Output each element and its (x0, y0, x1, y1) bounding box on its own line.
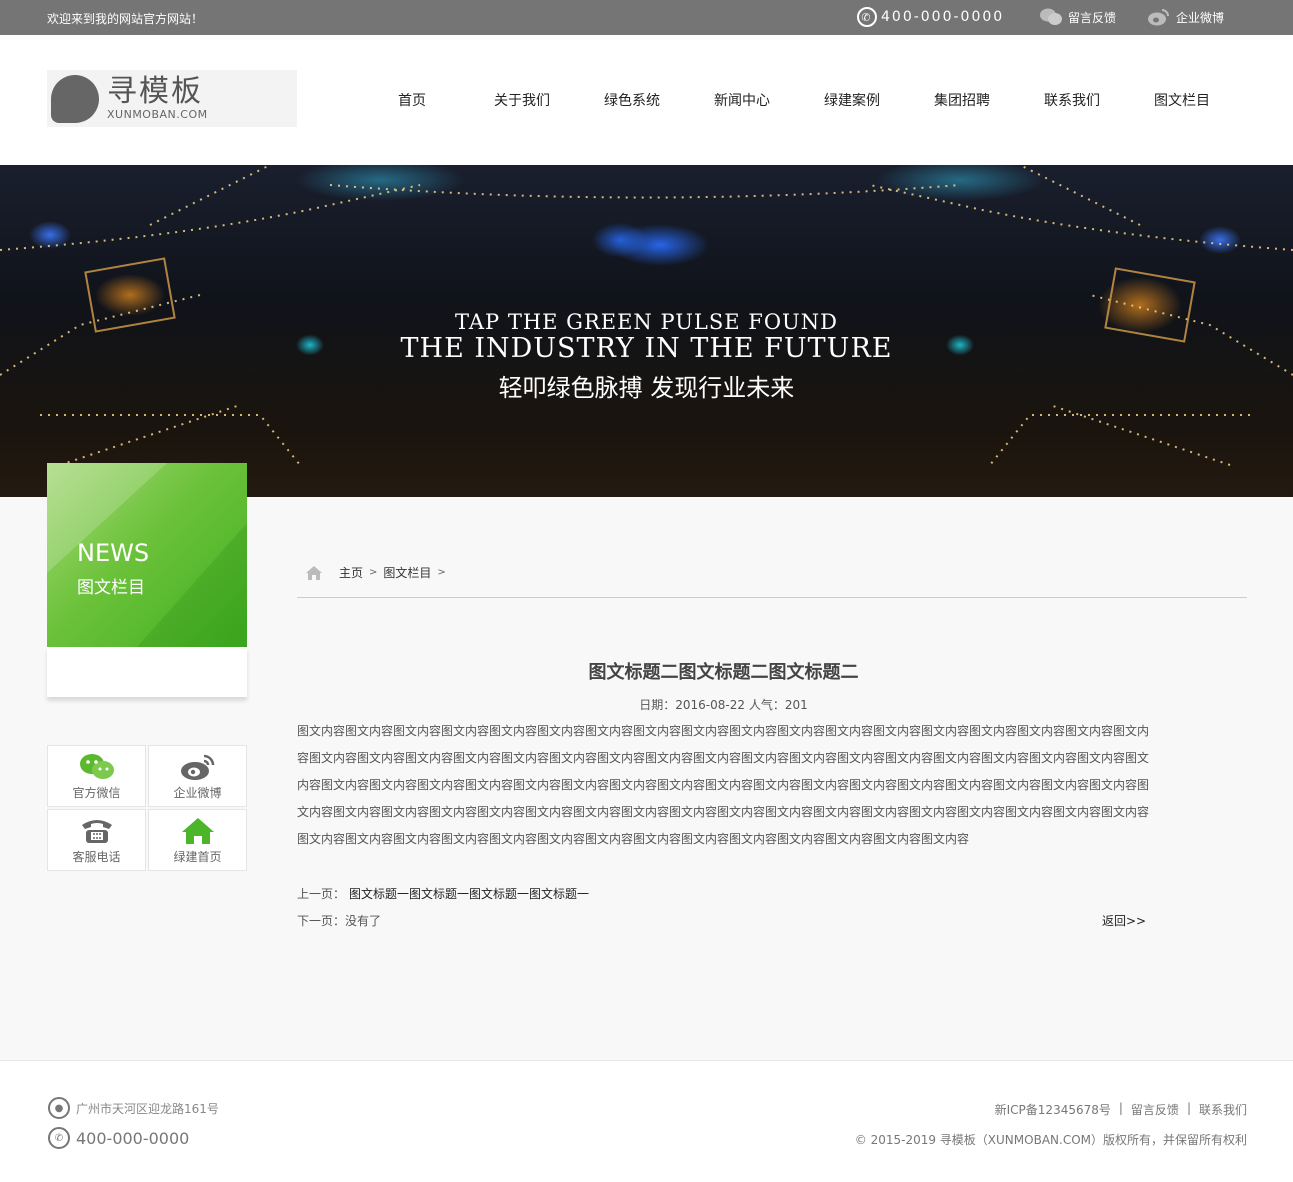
logo-text-cn: 寻模板 (107, 74, 203, 109)
footer-contact-link[interactable]: 联系我们 (1199, 1101, 1247, 1118)
home-icon (180, 816, 216, 846)
quick-link-home-label: 绿建首页 (173, 849, 222, 864)
breadcrumb-current[interactable]: 图文栏目 (383, 564, 431, 581)
footer: ● 广州市天河区迎龙路161号 ✆ 400-000-0000 新ICP备1234… (0, 1060, 1293, 1182)
quick-link-phone-label: 客服电话 (72, 849, 121, 864)
article-body: 图文内容图文内容图文内容图文内容图文内容图文内容图文内容图文内容图文内容图文内容… (297, 724, 1150, 846)
quick-link-wechat-label: 官方微信 (72, 785, 121, 800)
prev-article: 上一页： 图文标题一图文标题一图文标题一图文标题一 (297, 885, 589, 902)
footer-copyright: © 2015-2019 寻模板（XUNMOBAN.COM）版权所有，并保留所有权… (854, 1133, 1247, 1147)
phone-icon: ✆ (48, 1127, 70, 1149)
hero-banner: TAP THE GREEN PULSE FOUND THE INDUSTRY I… (0, 165, 1293, 497)
sidebar-heading-cn: 图文栏目 (77, 578, 145, 598)
footer-address-text: 广州市天河区迎龙路161号 (76, 1101, 219, 1116)
footer-phone: ✆ 400-000-0000 (48, 1127, 189, 1149)
logo-bubble-icon (51, 74, 99, 123)
quick-links: 官方微信 企业微博 客服电话 绿建首页 (47, 745, 247, 871)
site-logo[interactable]: 寻模板 XUNMOBAN.COM (47, 70, 297, 127)
footer-links: 新ICP备12345678号 | 留言反馈 | 联系我们 (995, 1101, 1247, 1118)
logo-text-en: XUNMOBAN.COM (107, 108, 208, 121)
banner-heading-cn: 轻叩绿色脉搏 发现行业未来 (498, 374, 795, 402)
weibo-icon (180, 752, 216, 782)
nav-item-home[interactable]: 首页 (357, 90, 467, 110)
breadcrumb: 主页 > 图文栏目 > (305, 564, 448, 581)
banner-heading-en-2: THE INDUSTRY IN THE FUTURE (400, 333, 893, 364)
nav-item-news[interactable]: 新闻中心 (687, 90, 797, 110)
sidebar-category-box: NEWS 图文栏目 (47, 463, 247, 647)
footer-icp-link[interactable]: 新ICP备12345678号 (995, 1101, 1111, 1118)
wechat-icon (79, 752, 115, 782)
top-weibo-label: 企业微博 (1176, 10, 1225, 25)
top-feedback-label: 留言反馈 (1068, 10, 1117, 25)
nav-item-jobs[interactable]: 集团招聘 (907, 90, 1017, 110)
top-phone: ✆ 400-000-0000 (857, 7, 1004, 27)
top-weibo-link[interactable]: 企业微博 (1148, 8, 1224, 26)
phone-icon: ✆ (857, 7, 877, 27)
quick-link-home[interactable]: 绿建首页 (148, 809, 247, 871)
quick-link-weibo[interactable]: 企业微博 (148, 745, 247, 807)
next-article: 下一页：没有了 (297, 914, 382, 928)
banner-heading-en-1: TAP THE GREEN PULSE FOUND (455, 310, 838, 334)
breadcrumb-home[interactable]: 主页 (339, 564, 363, 581)
header: 寻模板 XUNMOBAN.COM 首页 关于我们 绿色系统 新闻中心 绿建案例 … (0, 35, 1293, 165)
footer-separator: | (1118, 1101, 1123, 1115)
nav-item-about[interactable]: 关于我们 (467, 90, 577, 110)
sidebar-submenu-area (47, 647, 247, 697)
quick-link-wechat[interactable]: 官方微信 (47, 745, 146, 807)
prev-article-link[interactable]: 图文标题一图文标题一图文标题一图文标题一 (349, 887, 589, 901)
quick-link-weibo-label: 企业微博 (173, 785, 222, 800)
telephone-icon (79, 816, 115, 846)
prev-label: 上一页： (297, 887, 346, 901)
nav-item-gallery[interactable]: 图文栏目 (1127, 90, 1237, 110)
top-phone-number: 400-000-0000 (881, 9, 1005, 25)
wechat-icon (1040, 8, 1062, 25)
nav-item-green-system[interactable]: 绿色系统 (577, 90, 687, 110)
article-meta: 日期：2016-08-22 人气：201 (639, 698, 808, 712)
footer-phone-number: 400-000-0000 (76, 1128, 190, 1148)
footer-feedback-link[interactable]: 留言反馈 (1131, 1101, 1179, 1118)
quick-link-phone[interactable]: 客服电话 (47, 809, 146, 871)
home-icon (306, 565, 322, 580)
breadcrumb-separator: > (437, 567, 446, 578)
breadcrumb-divider (297, 597, 1247, 598)
footer-separator: | (1186, 1101, 1191, 1115)
location-pin-icon: ● (48, 1097, 70, 1119)
sidebar-heading-en: NEWS (77, 539, 150, 567)
breadcrumb-separator: > (369, 567, 378, 578)
nav-item-contact[interactable]: 联系我们 (1017, 90, 1127, 110)
footer-address: ● 广州市天河区迎龙路161号 (48, 1097, 219, 1119)
weibo-icon (1148, 9, 1169, 26)
welcome-text: 欢迎来到我的网站官方网站！ (47, 12, 204, 26)
article-title: 图文标题二图文标题二图文标题二 (588, 662, 859, 683)
top-bar: 欢迎来到我的网站官方网站！ ✆ 400-000-0000 留言反馈 企业微博 (0, 0, 1293, 35)
back-link[interactable]: 返回>> (1102, 912, 1146, 929)
top-feedback-link[interactable]: 留言反馈 (1040, 8, 1116, 26)
main-nav: 首页 关于我们 绿色系统 新闻中心 绿建案例 集团招聘 联系我们 图文栏目 (357, 90, 1237, 110)
nav-item-cases[interactable]: 绿建案例 (797, 90, 907, 110)
